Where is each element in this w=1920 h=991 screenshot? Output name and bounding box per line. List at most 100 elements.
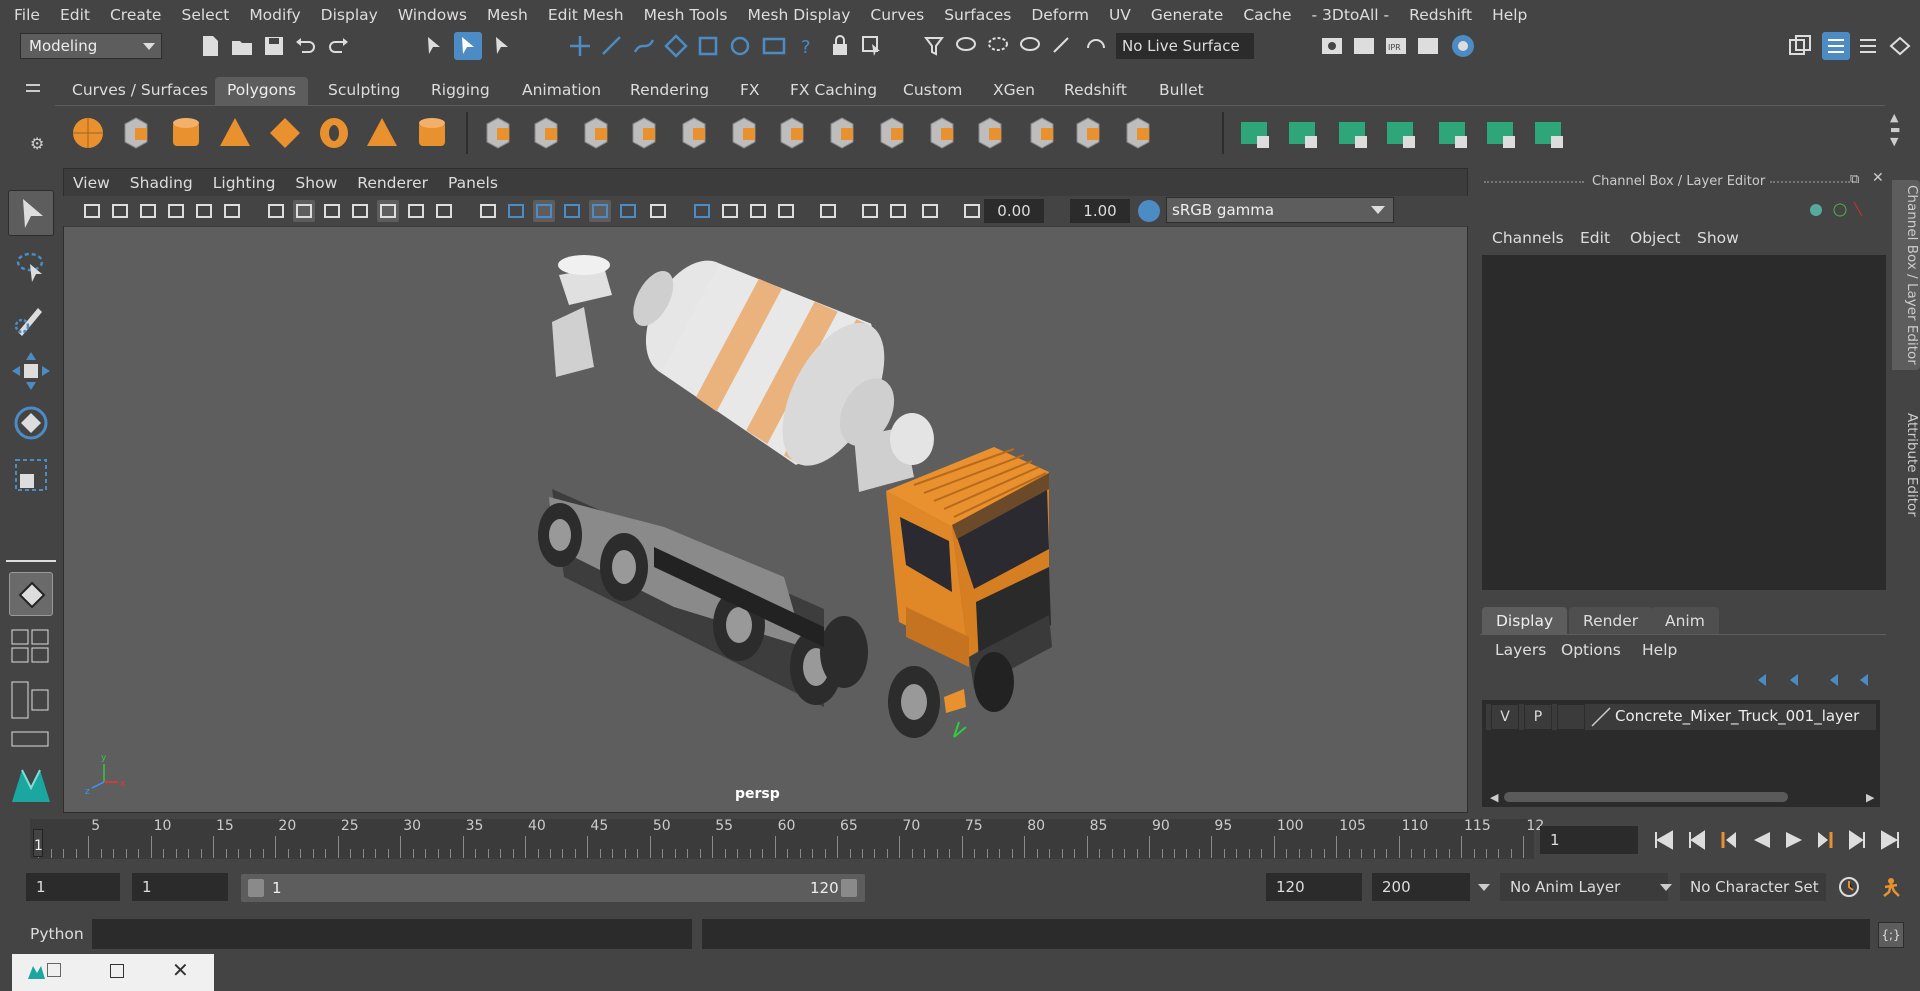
motion-blur-icon[interactable] [691,200,713,222]
shelf-pyramid-icon[interactable] [363,114,401,152]
menu-modify[interactable]: Modify [239,6,310,24]
layer-horizontal-scrollbar[interactable] [1504,792,1788,802]
shelf-torus-icon[interactable] [315,114,353,152]
shelf-bridge-icon[interactable] [625,114,663,152]
layer-action-icons[interactable] [1748,670,1878,690]
maya-window-icon[interactable] [26,963,46,981]
render-view-icon[interactable] [762,34,786,58]
channel-box-side-tab[interactable]: Channel Box / Layer Editor [1892,180,1920,370]
view-transform-select[interactable]: sRGB gamma [1166,197,1394,223]
lock-icon[interactable] [828,34,852,58]
shelf-tab-rigging[interactable]: Rigging [419,77,502,105]
channel-box-menu-show[interactable]: Show [1697,229,1739,247]
shelf-triangulate-icon[interactable] [1023,114,1061,152]
auto-key-icon[interactable] [1836,874,1862,900]
color-management-toggle-icon[interactable] [1138,200,1160,222]
symmetry-icon[interactable] [728,34,752,58]
paint-select-icon[interactable] [986,34,1010,58]
close-window-icon[interactable]: ✕ [172,958,189,982]
menu-generate[interactable]: Generate [1141,6,1233,24]
viewport-menu-renderer[interactable]: Renderer [347,170,438,196]
viewport-tool-28-icon[interactable] [961,200,983,222]
gate-mask-icon[interactable] [349,200,371,222]
isolate-select-icon[interactable] [775,200,797,222]
shelf-cone-icon[interactable] [216,114,254,152]
play-backward-icon[interactable] [1750,828,1774,852]
chevron-down-icon[interactable] [1478,884,1490,891]
snap-together-icon[interactable] [922,34,946,58]
viewport-menu-show[interactable]: Show [285,170,347,196]
command-language-label[interactable]: Python [30,925,84,943]
2d-pan-zoom-icon[interactable] [193,200,215,222]
channel-box-menu-object[interactable]: Object [1630,229,1680,247]
shelf-mirror-icon[interactable] [1119,114,1157,152]
menu-3dtoall[interactable]: - 3DtoAll - [1302,6,1400,24]
start-time-field[interactable]: 1 [26,873,120,901]
go-to-start-icon[interactable] [1652,828,1676,852]
shelf-tab-polygons[interactable]: Polygons [215,77,308,105]
chevron-down-icon[interactable] [1660,884,1672,891]
shelf-menu-icon[interactable] [26,84,40,86]
restore-window-icon[interactable] [47,963,61,977]
layer-playback-toggle[interactable]: P [1524,704,1552,730]
shelf-tab-custom[interactable]: Custom [891,77,974,105]
shelf-tab-fx-caching[interactable]: FX Caching [778,77,889,105]
ambient-occlusion-icon[interactable] [647,200,669,222]
script-editor-icon[interactable]: {;} [1878,922,1904,948]
menu-create[interactable]: Create [100,6,172,24]
menu-cache[interactable]: Cache [1233,6,1301,24]
menu-uv[interactable]: UV [1099,6,1141,24]
safe-action-icon[interactable] [405,200,427,222]
shelf-tab-redshift[interactable]: Redshift [1052,77,1139,105]
shelf-insert-loop-icon[interactable] [923,114,961,152]
layer-color-swatch[interactable] [1590,706,1612,728]
live-surface-field[interactable]: No Live Surface [1116,33,1254,59]
snap-grid-icon[interactable] [568,34,592,58]
range-end-handle[interactable] [841,879,857,897]
bookmark-icon[interactable] [137,200,159,222]
attribute-editor-toggle-icon[interactable] [1856,34,1880,58]
select-region-icon[interactable] [860,34,884,58]
menu-display[interactable]: Display [311,6,388,24]
viewport-menu-shading[interactable]: Shading [120,170,203,196]
shelf-bevel-icon[interactable] [577,114,615,152]
exposure-field[interactable]: 0.00 [984,199,1044,223]
attribute-editor-side-tab[interactable]: Attribute Editor [1892,405,1920,525]
shelf-cube-icon[interactable] [117,114,155,152]
default-material-icon[interactable] [533,200,555,222]
snap-view-plane-icon[interactable] [664,34,688,58]
shelf-tab-sculpting[interactable]: Sculpting [316,77,412,105]
field-chart-icon[interactable] [377,200,399,222]
menu-edit[interactable]: Edit [50,6,100,24]
select-component-icon[interactable] [490,34,514,58]
open-scene-icon[interactable] [230,34,254,58]
manipulator-icons[interactable] [1804,198,1864,220]
shelf-smooth-icon[interactable] [971,114,1009,152]
save-scene-icon[interactable] [262,34,286,58]
shelf-extrude-icon[interactable] [675,114,713,152]
scale-tool[interactable] [8,452,54,498]
render-view-window-icon[interactable] [1416,34,1440,58]
select-tool[interactable] [8,190,54,236]
lasso-icon[interactable] [954,34,978,58]
gamma-field[interactable]: 1.00 [1070,199,1130,223]
tweak-icon[interactable] [1018,34,1042,58]
layer-menu-layers[interactable]: Layers [1495,641,1546,659]
shelf-multi-cut-icon[interactable] [823,114,861,152]
shelf-uv-spherical-icon[interactable] [1333,114,1371,152]
menu-windows[interactable]: Windows [388,6,477,24]
shadows-icon[interactable] [617,200,639,222]
four-view-layout-button[interactable] [10,628,50,668]
redo-icon[interactable] [326,34,350,58]
step-forward-frame-icon[interactable] [1814,828,1838,852]
shelf-sphere-icon[interactable] [69,114,107,152]
snap-curve-icon[interactable] [600,34,624,58]
float-panel-icon[interactable]: ⧉ [1850,172,1859,187]
use-all-lights-icon[interactable] [589,200,611,222]
grease-pencil-icon[interactable] [221,200,243,222]
snap-point-icon[interactable] [632,34,656,58]
shelf-uv-editor-icon[interactable] [1481,114,1519,152]
anti-aliasing-icon[interactable] [719,200,741,222]
menu-mesh-display[interactable]: Mesh Display [738,6,861,24]
lasso-tool[interactable] [8,244,54,290]
